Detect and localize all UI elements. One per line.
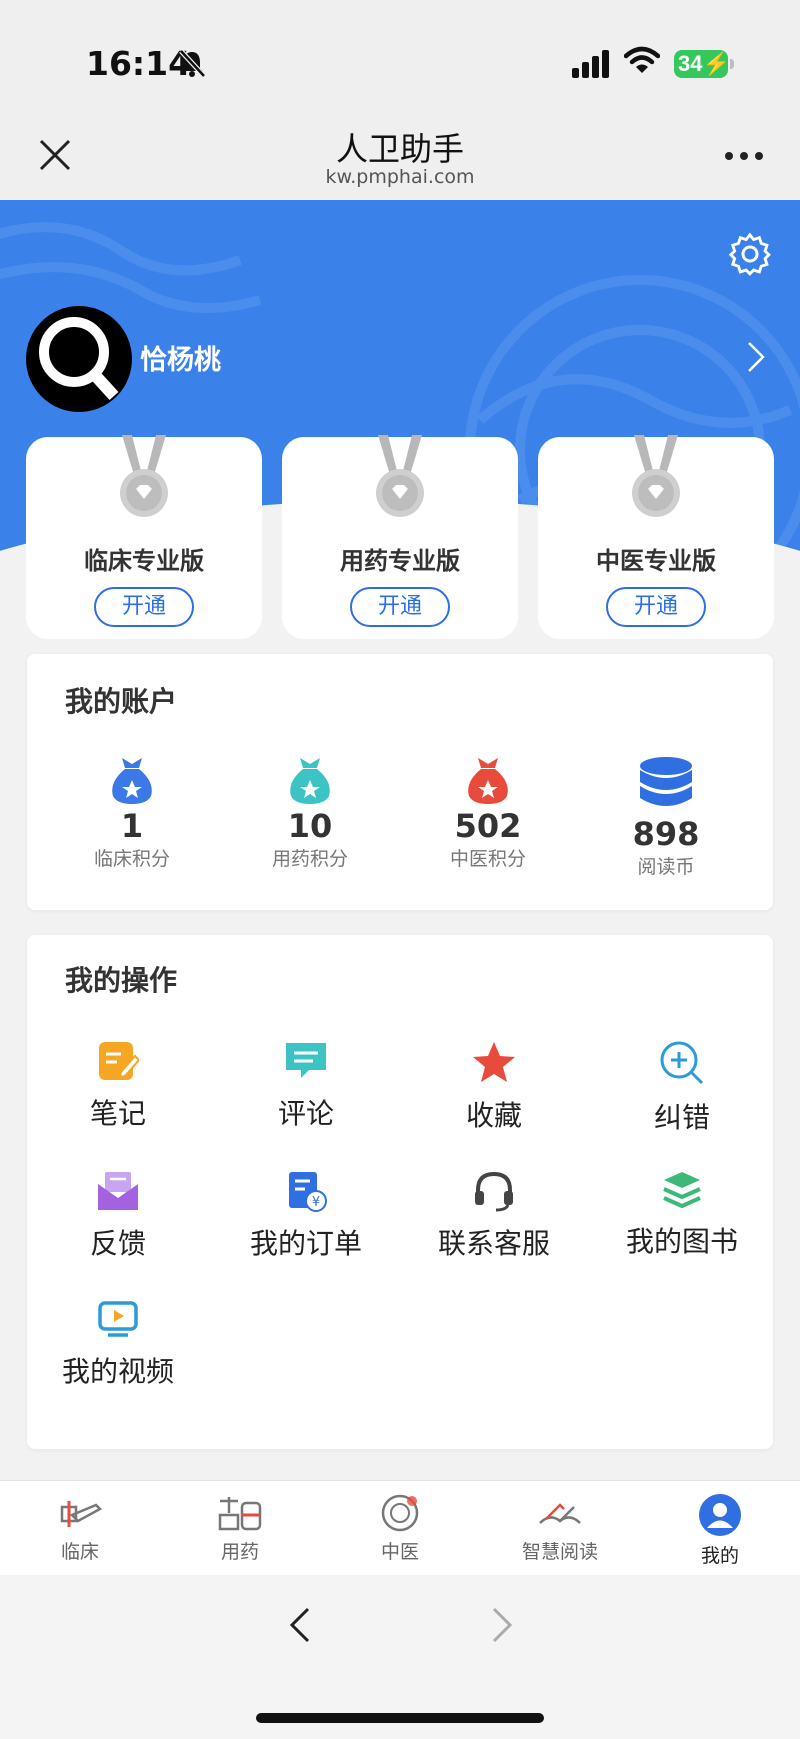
tab-label: 临床 bbox=[60, 1541, 99, 1563]
status-time: 16:14 bbox=[86, 44, 192, 83]
op-comments[interactable]: 评论 bbox=[212, 1040, 400, 1132]
note-icon bbox=[99, 1042, 139, 1080]
search-logo-icon bbox=[39, 317, 119, 401]
tab-label: 用药 bbox=[220, 1541, 259, 1563]
op-feedback[interactable]: 反馈 bbox=[24, 1170, 212, 1262]
books-icon bbox=[663, 1172, 701, 1209]
tab-label: 我的 bbox=[700, 1545, 739, 1567]
video-icon bbox=[98, 1301, 138, 1337]
money-bag-red-icon bbox=[468, 758, 508, 804]
membership-title: 用药专业版 bbox=[340, 547, 460, 575]
signal-icon bbox=[572, 50, 609, 78]
browser-toolbar bbox=[0, 1575, 800, 1739]
battery-level: 34 bbox=[678, 51, 703, 76]
wifi-icon bbox=[624, 46, 660, 73]
back-arrow-icon[interactable] bbox=[288, 1605, 312, 1645]
membership-card-medicine[interactable]: 用药专业版 开通 bbox=[282, 435, 518, 639]
more-icon[interactable] bbox=[724, 150, 764, 162]
op-label: 我的订单 bbox=[249, 1227, 362, 1260]
open-button[interactable]: 开通 bbox=[606, 587, 706, 627]
account-value: 1 bbox=[120, 807, 144, 845]
feedback-icon bbox=[98, 1172, 138, 1210]
coin-stack-icon bbox=[640, 757, 692, 806]
account-label: 临床积分 bbox=[93, 848, 170, 870]
nav-bar: 人卫助手 kw.pmphai.com bbox=[0, 110, 800, 200]
op-label: 收藏 bbox=[465, 1099, 522, 1132]
op-favorites[interactable]: 收藏 bbox=[400, 1040, 588, 1134]
tcm-icon bbox=[381, 1494, 419, 1532]
account-item-reading-coins[interactable]: 898 阅读币 bbox=[576, 756, 756, 880]
account-item-clinical[interactable]: 1 临床积分 bbox=[42, 756, 222, 872]
tab-tcm[interactable]: 中医 bbox=[320, 1493, 480, 1564]
correction-icon bbox=[660, 1041, 704, 1085]
page-title: 人卫助手 bbox=[335, 130, 464, 168]
tab-label: 中医 bbox=[380, 1541, 419, 1563]
op-label: 我的图书 bbox=[625, 1225, 738, 1258]
tab-smart-reading[interactable]: 智慧阅读 bbox=[480, 1493, 640, 1564]
tab-mine[interactable]: 我的 bbox=[640, 1493, 800, 1568]
chevron-right-icon[interactable] bbox=[746, 340, 766, 374]
medal-icon bbox=[632, 435, 680, 517]
tab-clinical[interactable]: 临床 bbox=[0, 1493, 160, 1564]
star-icon bbox=[473, 1042, 515, 1082]
account-value: 10 bbox=[287, 807, 333, 845]
account-value: 502 bbox=[454, 807, 522, 845]
account-value: 898 bbox=[632, 815, 700, 853]
account-label: 中医积分 bbox=[449, 848, 526, 870]
op-label: 笔记 bbox=[89, 1097, 146, 1130]
account-label: 用药积分 bbox=[271, 848, 348, 870]
medicine-icon bbox=[218, 1497, 262, 1531]
clinical-icon bbox=[60, 1501, 103, 1527]
bottom-tab-bar: 临床 用药 中医 智慧阅读 我的 bbox=[0, 1480, 800, 1575]
membership-title: 临床专业版 bbox=[84, 547, 204, 575]
op-label: 反馈 bbox=[89, 1227, 146, 1260]
comment-icon bbox=[286, 1043, 326, 1078]
account-item-tcm[interactable]: 502 中医积分 bbox=[398, 756, 578, 872]
account-label: 阅读币 bbox=[637, 856, 695, 878]
battery-tip bbox=[730, 59, 734, 69]
battery-indicator: 34⚡ bbox=[674, 50, 730, 78]
op-label: 纠错 bbox=[653, 1101, 710, 1134]
membership-title: 中医专业版 bbox=[596, 547, 716, 575]
money-bag-teal-icon bbox=[290, 758, 330, 804]
panel-title: 我的账户 bbox=[65, 685, 178, 718]
tab-medicine[interactable]: 用药 bbox=[160, 1493, 320, 1564]
op-correction[interactable]: 纠错 bbox=[588, 1040, 776, 1136]
reading-icon bbox=[539, 1503, 581, 1524]
op-orders[interactable]: ¥ 我的订单 bbox=[212, 1170, 400, 1262]
membership-card-tcm[interactable]: 中医专业版 开通 bbox=[538, 435, 774, 639]
settings-gear-icon[interactable] bbox=[728, 232, 772, 276]
order-icon: ¥ bbox=[289, 1172, 327, 1212]
op-label: 联系客服 bbox=[437, 1227, 550, 1260]
medal-icon bbox=[376, 435, 424, 517]
user-icon bbox=[699, 1494, 741, 1536]
op-notes[interactable]: 笔记 bbox=[24, 1040, 212, 1132]
op-label: 评论 bbox=[277, 1097, 334, 1130]
forward-arrow-icon[interactable] bbox=[490, 1605, 514, 1645]
open-button[interactable]: 开通 bbox=[94, 587, 194, 627]
account-item-medicine[interactable]: 10 用药积分 bbox=[220, 756, 400, 872]
bell-muted-icon bbox=[179, 49, 206, 78]
panel-title: 我的操作 bbox=[65, 964, 178, 997]
charging-icon: ⚡ bbox=[702, 51, 730, 76]
tab-label: 智慧阅读 bbox=[521, 1541, 598, 1563]
medal-icon bbox=[120, 435, 168, 517]
money-bag-blue-icon bbox=[112, 758, 152, 804]
membership-card-clinical[interactable]: 临床专业版 开通 bbox=[26, 435, 262, 639]
op-my-books[interactable]: 我的图书 bbox=[588, 1170, 776, 1260]
avatar[interactable] bbox=[26, 306, 132, 412]
headset-icon bbox=[475, 1171, 513, 1212]
home-indicator[interactable] bbox=[256, 1713, 544, 1723]
status-bar: 16:14 34⚡ bbox=[0, 0, 800, 110]
page-url: kw.pmphai.com bbox=[325, 166, 475, 188]
op-customer-service[interactable]: 联系客服 bbox=[400, 1170, 588, 1262]
svg-text:¥: ¥ bbox=[312, 1195, 320, 1210]
op-my-videos[interactable]: 我的视频 bbox=[24, 1300, 212, 1390]
op-label: 我的视频 bbox=[61, 1355, 174, 1388]
username[interactable]: 恰杨桃 bbox=[140, 338, 221, 377]
open-button[interactable]: 开通 bbox=[350, 587, 450, 627]
